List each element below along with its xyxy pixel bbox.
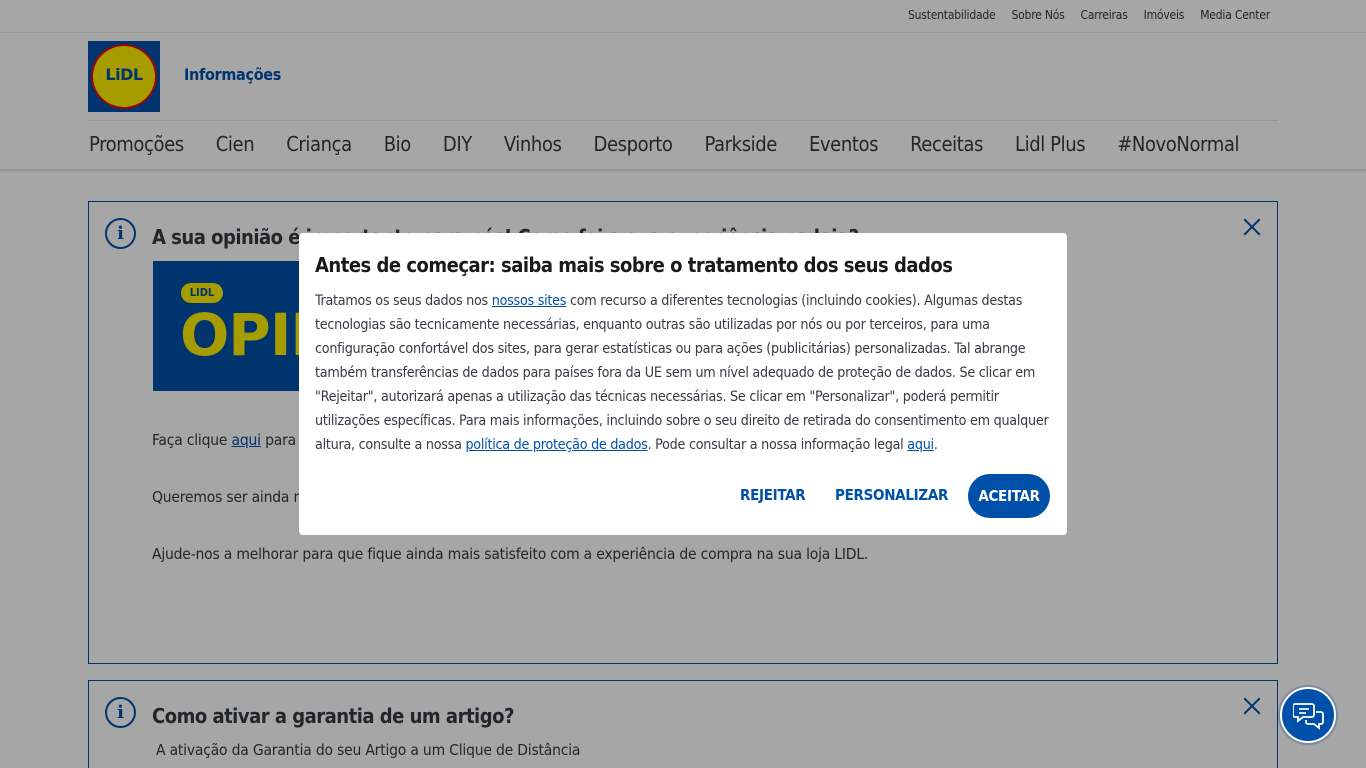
consent-dialog-title: Antes de começar: saiba mais sobre o tra… <box>315 253 953 277</box>
link-privacy-policy[interactable]: política de proteção de dados <box>465 437 647 453</box>
link-nossos-sites[interactable]: nossos sites <box>492 293 567 309</box>
consent-text-part-1: Tratamos os seus dados nos <box>315 293 492 309</box>
accept-button[interactable]: ACEITAR <box>968 474 1050 518</box>
chat-support-button[interactable] <box>1280 687 1336 743</box>
link-legal-info[interactable]: aqui <box>907 437 934 453</box>
customize-button[interactable]: PERSONALIZAR <box>835 486 948 504</box>
consent-text-part-2: com recurso a diferentes tecnologias (in… <box>315 293 1049 453</box>
consent-text-part-3: . Pode consultar a nossa informação lega… <box>647 437 908 453</box>
chat-bubbles-icon <box>1293 703 1324 730</box>
cookie-consent-dialog: Antes de começar: saiba mais sobre o tra… <box>299 233 1067 535</box>
consent-text-part-4: . <box>933 437 938 453</box>
reject-button[interactable]: REJEITAR <box>740 486 806 504</box>
consent-dialog-text: Tratamos os seus dados nos nossos sites … <box>315 289 1055 457</box>
